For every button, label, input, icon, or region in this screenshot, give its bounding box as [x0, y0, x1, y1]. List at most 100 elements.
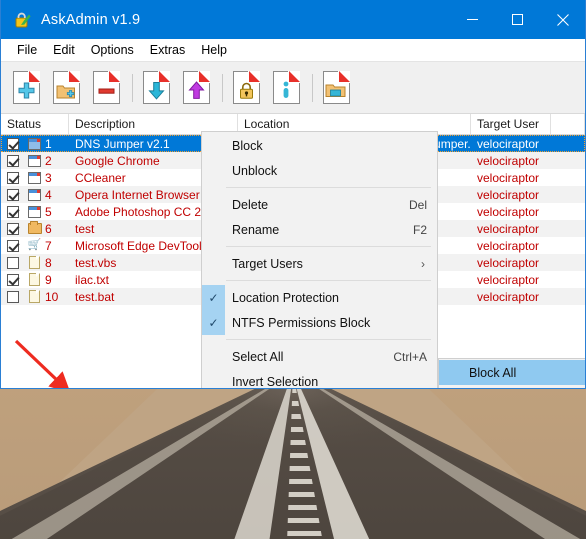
- title-bar: AskAdmin v1.9: [1, 0, 585, 39]
- row-target-user: velociraptor: [477, 170, 540, 185]
- row-number: 2: [45, 153, 52, 168]
- menu-item-label: Block: [232, 138, 263, 153]
- row-icon: [25, 221, 44, 234]
- close-icon[interactable]: [540, 0, 585, 39]
- lock-button[interactable]: [228, 69, 264, 107]
- row-number: 9: [45, 272, 52, 287]
- document-lock-icon: [232, 71, 260, 104]
- checkbox-glyph: [7, 273, 19, 286]
- row-number: 4: [45, 187, 52, 202]
- lock-shield-icon: [13, 11, 31, 29]
- row-checkbox[interactable]: [1, 290, 25, 303]
- row-target-user: velociraptor: [477, 221, 540, 236]
- menu-file[interactable]: File: [10, 41, 46, 59]
- app-icon: [28, 188, 41, 201]
- row-target-user: velociraptor: [477, 153, 540, 168]
- folder-icon: [27, 221, 42, 234]
- menu-separator: [226, 246, 431, 247]
- menu-separator: [226, 280, 431, 281]
- document-minus-icon: [92, 71, 120, 104]
- row-checkbox[interactable]: [1, 256, 25, 269]
- window-title: AskAdmin v1.9: [41, 11, 141, 28]
- checkbox-glyph: [7, 222, 19, 235]
- file-icon: [29, 290, 40, 303]
- menu-item-select-all[interactable]: Select All Ctrl+A: [202, 344, 437, 369]
- app-icon: [28, 137, 41, 150]
- column-header-filler: [551, 114, 585, 134]
- export-button[interactable]: [178, 69, 214, 107]
- row-checkbox[interactable]: [1, 205, 25, 218]
- row-number: 8: [45, 255, 52, 270]
- document-info-icon: [272, 71, 300, 104]
- minimize-icon[interactable]: [450, 0, 495, 39]
- row-checkbox[interactable]: [1, 222, 25, 235]
- add-file-button[interactable]: [8, 69, 44, 107]
- checkbox-glyph: [7, 290, 19, 303]
- menu-item-block[interactable]: Block: [202, 133, 437, 158]
- row-checkbox[interactable]: [1, 188, 25, 201]
- window-controls: [450, 0, 585, 39]
- row-target-user: velociraptor: [477, 136, 540, 151]
- cart-icon: 🛒: [27, 239, 42, 251]
- submenu-item-block-all[interactable]: Block All: [439, 360, 585, 385]
- menu-item-location-protection[interactable]: ✓ Location Protection: [202, 285, 437, 310]
- row-icon: 🛒: [25, 240, 44, 251]
- submenu-item-unblock-all[interactable]: Unblock All: [439, 385, 585, 388]
- check-icon: ✓: [202, 285, 225, 310]
- row-icon: [25, 137, 44, 150]
- row-number: 5: [45, 204, 52, 219]
- open-folder-button[interactable]: [318, 69, 354, 107]
- menu-options[interactable]: Options: [84, 41, 143, 59]
- row-target-user: velociraptor: [477, 255, 540, 270]
- row-number: 6: [45, 221, 52, 236]
- info-button[interactable]: [268, 69, 304, 107]
- document-open-folder-icon: [322, 71, 350, 104]
- row-icon: [25, 188, 44, 201]
- checkbox-glyph: [7, 137, 19, 150]
- row-target-user: velociraptor: [477, 238, 540, 253]
- menu-item-shortcut: Ctrl+A: [393, 349, 427, 364]
- menu-item-label: Unblock: [232, 163, 278, 178]
- toolbar-separator-3: [312, 73, 313, 102]
- menu-item-rename[interactable]: Rename F2: [202, 217, 437, 242]
- menu-item-label: Invert Selection: [232, 374, 319, 389]
- checkbox-glyph: [7, 239, 19, 252]
- menu-item-invert-selection[interactable]: Invert Selection: [202, 369, 437, 389]
- checkbox-glyph: [7, 171, 19, 184]
- import-button[interactable]: [138, 69, 174, 107]
- row-checkbox[interactable]: [1, 171, 25, 184]
- menu-edit[interactable]: Edit: [46, 41, 84, 59]
- document-plus-icon: [12, 71, 40, 104]
- menu-item-shortcut: Del: [408, 197, 427, 212]
- context-submenu-all[interactable]: Block AllUnblock AllDelete All: [438, 358, 585, 388]
- row-icon: [25, 205, 44, 218]
- row-checkbox[interactable]: [1, 239, 25, 252]
- maximize-icon[interactable]: [495, 0, 540, 39]
- toolbar: [1, 61, 585, 113]
- row-number: 7: [45, 238, 52, 253]
- context-menu[interactable]: Block Unblock Delete Del Rename F2 Target User…: [201, 131, 438, 389]
- document-down-arrow-icon: [142, 71, 170, 104]
- menu-item-ntfs-permissions-block[interactable]: ✓ NTFS Permissions Block: [202, 310, 437, 335]
- checkbox-glyph: [7, 205, 19, 218]
- menu-item-delete[interactable]: Delete Del: [202, 192, 437, 217]
- checkbox-glyph: [7, 154, 19, 167]
- menu-extras[interactable]: Extras: [143, 41, 194, 59]
- menu-item-shortcut: F2: [412, 222, 427, 237]
- menu-item-label: NTFS Permissions Block: [232, 315, 371, 330]
- menu-item-label: Block All: [469, 365, 517, 380]
- add-folder-button[interactable]: [48, 69, 84, 107]
- row-checkbox[interactable]: [1, 137, 25, 150]
- column-header-status[interactable]: Status: [1, 114, 69, 134]
- menu-item-target-users[interactable]: Target Users ›: [202, 251, 437, 276]
- app-icon: [28, 154, 41, 167]
- row-target-user: velociraptor: [477, 272, 540, 287]
- menu-item-unblock[interactable]: Unblock: [202, 158, 437, 183]
- remove-button[interactable]: [88, 69, 124, 107]
- row-icon: [25, 273, 44, 286]
- menu-item-label: Location Protection: [232, 290, 340, 305]
- column-header-target-user[interactable]: Target User: [471, 114, 551, 134]
- menu-help[interactable]: Help: [194, 41, 236, 59]
- row-checkbox[interactable]: [1, 273, 25, 286]
- row-checkbox[interactable]: [1, 154, 25, 167]
